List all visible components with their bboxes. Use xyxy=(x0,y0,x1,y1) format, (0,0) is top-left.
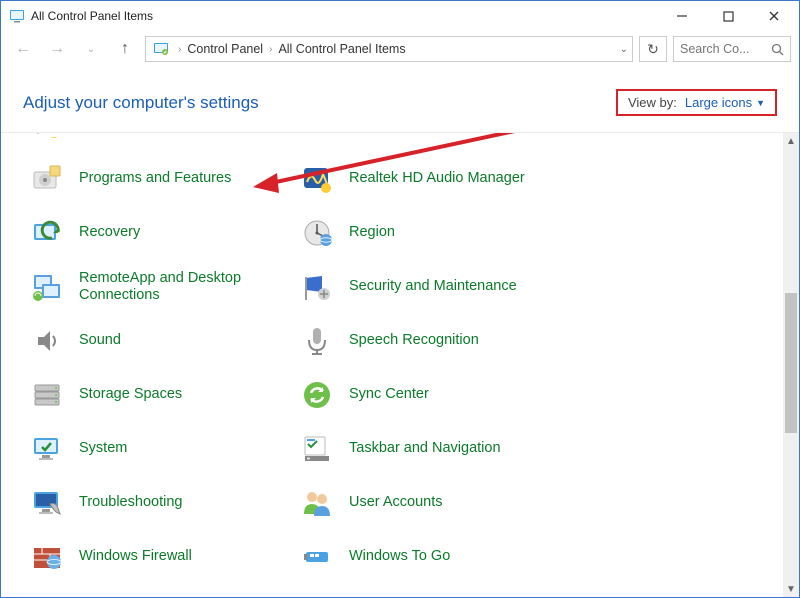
security-maintenance-icon xyxy=(299,269,335,305)
refresh-button[interactable]: ↻ xyxy=(639,36,667,62)
breadcrumb-all-items[interactable]: All Control Panel Items xyxy=(276,42,407,56)
view-by-value-text: Large icons xyxy=(685,95,752,110)
cp-item-label: Region xyxy=(349,224,395,241)
cp-item-label: Windows Firewall xyxy=(79,548,192,565)
window-title: All Control Panel Items xyxy=(31,9,659,23)
region-icon xyxy=(299,215,335,251)
storage-spaces-icon xyxy=(29,377,65,413)
windows-to-go-icon xyxy=(299,539,335,575)
programs-features-icon xyxy=(29,161,65,197)
vertical-scrollbar[interactable]: ▲ ▼ xyxy=(783,133,799,597)
address-bar[interactable]: › Control Panel › All Control Panel Item… xyxy=(145,36,633,62)
cp-item-recovery[interactable]: Recovery xyxy=(29,215,299,251)
cp-item-region[interactable]: Region xyxy=(299,215,569,251)
breadcrumb-sep: › xyxy=(174,44,185,55)
cp-item-remoteapp[interactable]: RemoteApp and Desktop Connections xyxy=(29,269,299,305)
breadcrumb-sep: › xyxy=(265,44,276,55)
cp-item-label: Phone and Modem xyxy=(79,133,202,134)
subheader: Adjust your computer's settings View by:… xyxy=(1,67,799,126)
cp-item-windows-to-go[interactable]: Windows To Go xyxy=(299,539,569,575)
cp-item-label: User Accounts xyxy=(349,494,443,511)
cp-item-speech-recognition[interactable]: Speech Recognition xyxy=(299,323,569,359)
cp-item-taskbar-navigation[interactable]: Taskbar and Navigation xyxy=(299,431,569,467)
cp-item-label: Storage Spaces xyxy=(79,386,182,403)
cp-item-label: System xyxy=(79,440,127,457)
scrollbar-down-arrow[interactable]: ▼ xyxy=(783,581,799,597)
search-box[interactable] xyxy=(673,36,791,62)
cp-item-phone-modem[interactable]: Phone and Modem xyxy=(29,133,299,143)
view-by-highlight-box: View by: Large icons ▼ xyxy=(616,89,777,116)
cp-item-label: Taskbar and Navigation xyxy=(349,440,501,457)
address-dropdown-icon[interactable]: ⌄ xyxy=(620,44,628,55)
cp-item-label: Power Options xyxy=(349,133,444,134)
cp-item-realtek-audio[interactable]: Realtek HD Audio Manager xyxy=(299,161,569,197)
cp-item-system[interactable]: System xyxy=(29,431,299,467)
cp-item-label: Speech Recognition xyxy=(349,332,479,349)
cp-item-user-accounts[interactable]: User Accounts xyxy=(299,485,569,521)
close-button[interactable] xyxy=(751,1,797,31)
navbar: ← → ⌄ ↑ › Control Panel › All Control Pa… xyxy=(1,31,799,67)
recovery-icon xyxy=(29,215,65,251)
cp-item-programs-features[interactable]: Programs and Features xyxy=(29,161,299,197)
window-frame: All Control Panel Items ← → ⌄ ↑ › Contro… xyxy=(0,0,800,598)
chevron-down-icon: ▼ xyxy=(756,98,765,108)
maximize-button[interactable] xyxy=(705,1,751,31)
user-accounts-icon xyxy=(299,485,335,521)
cp-item-sync-center[interactable]: Sync Center xyxy=(299,377,569,413)
back-button[interactable]: ← xyxy=(9,35,37,63)
cp-item-label: Security and Maintenance xyxy=(349,278,517,295)
cp-item-label: Sound xyxy=(79,332,121,349)
windows-firewall-icon xyxy=(29,539,65,575)
cp-item-sound[interactable]: Sound xyxy=(29,323,299,359)
recent-dropdown[interactable]: ⌄ xyxy=(77,35,105,63)
cp-item-storage-spaces[interactable]: Storage Spaces xyxy=(29,377,299,413)
view-by-dropdown[interactable]: Large icons ▼ xyxy=(685,95,765,110)
control-panel-app-icon xyxy=(9,8,25,24)
remoteapp-icon xyxy=(29,269,65,305)
titlebar: All Control Panel Items xyxy=(1,1,799,31)
cp-item-windows-firewall[interactable]: Windows Firewall xyxy=(29,539,299,575)
cp-item-label: Sync Center xyxy=(349,386,429,403)
scroll-area: Phone and Modem Power Options Programs a… xyxy=(1,133,783,597)
search-icon xyxy=(771,43,784,56)
window-buttons xyxy=(659,1,797,31)
forward-button[interactable]: → xyxy=(43,35,71,63)
cp-item-label: RemoteApp and Desktop Connections xyxy=(79,270,259,305)
sync-center-icon xyxy=(299,377,335,413)
sound-icon xyxy=(29,323,65,359)
control-panel-icon xyxy=(152,40,170,58)
page-heading: Adjust your computer's settings xyxy=(23,93,259,113)
taskbar-navigation-icon xyxy=(299,431,335,467)
breadcrumb-control-panel[interactable]: Control Panel xyxy=(185,42,265,56)
scrollbar-up-arrow[interactable]: ▲ xyxy=(783,133,799,149)
system-icon xyxy=(29,431,65,467)
realtek-audio-icon xyxy=(299,161,335,197)
cp-item-label: Programs and Features xyxy=(79,170,231,187)
scrollbar-thumb[interactable] xyxy=(785,293,797,433)
view-by-label: View by: xyxy=(628,95,677,110)
cp-item-label: Realtek HD Audio Manager xyxy=(349,170,525,187)
minimize-button[interactable] xyxy=(659,1,705,31)
cp-item-label: Windows To Go xyxy=(349,548,450,565)
cp-item-label: Recovery xyxy=(79,224,140,241)
cp-item-label: Troubleshooting xyxy=(79,494,182,511)
cp-item-power-options[interactable]: Power Options xyxy=(299,133,569,143)
cp-item-troubleshooting[interactable]: Troubleshooting xyxy=(29,485,299,521)
content-area: Phone and Modem Power Options Programs a… xyxy=(1,132,799,597)
cp-item-security-maintenance[interactable]: Security and Maintenance xyxy=(299,269,569,305)
troubleshooting-icon xyxy=(29,485,65,521)
search-input[interactable] xyxy=(680,42,762,56)
speech-recognition-icon xyxy=(299,323,335,359)
up-button[interactable]: ↑ xyxy=(111,35,139,63)
